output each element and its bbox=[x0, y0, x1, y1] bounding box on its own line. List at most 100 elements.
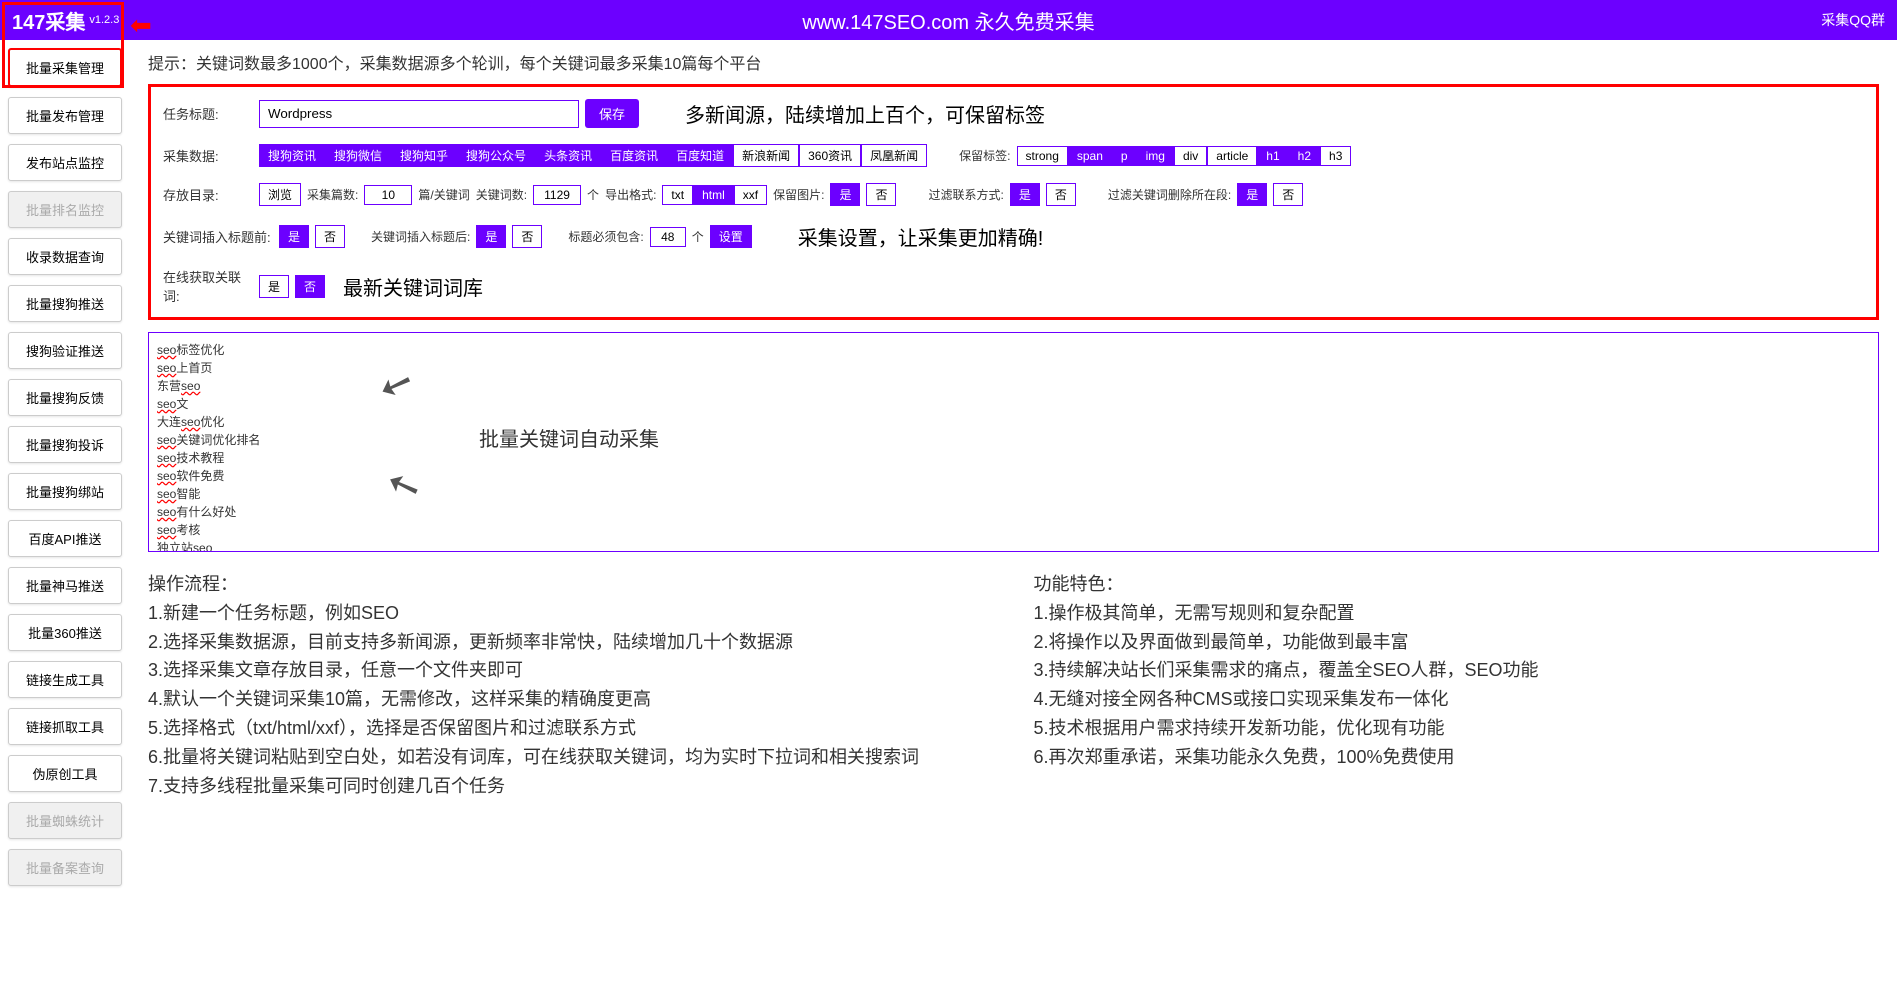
keep-tag-label: 保留标签: bbox=[959, 147, 1010, 164]
instruction-line: 6.再次郑重承诺，采集功能永久免费，100%免费使用 bbox=[1034, 743, 1880, 772]
ops-title: 操作流程： bbox=[148, 570, 994, 599]
instruction-line: 5.技术根据用户需求持续开发新功能，优化现有功能 bbox=[1034, 714, 1880, 743]
sidebar-item[interactable]: 发布站点监控 bbox=[8, 144, 122, 181]
before-yes[interactable]: 是 bbox=[279, 225, 309, 248]
online-kw-label: 在线获取关联词: bbox=[163, 267, 253, 305]
fmt-label: 导出格式: bbox=[605, 186, 656, 203]
instruction-line: 1.新建一个任务标题，例如SEO bbox=[148, 599, 994, 628]
instruction-line: 1.操作极其简单，无需写规则和复杂配置 bbox=[1034, 599, 1880, 628]
tag-option[interactable]: span bbox=[1068, 146, 1112, 166]
after-no[interactable]: 否 bbox=[512, 225, 542, 248]
must-label: 标题必须包含: bbox=[568, 228, 643, 245]
tag-option[interactable]: img bbox=[1137, 146, 1174, 166]
filter-contact-no[interactable]: 否 bbox=[1046, 183, 1076, 206]
sidebar-item[interactable]: 批量搜狗推送 bbox=[8, 285, 122, 322]
sidebar-item[interactable]: 批量采集管理 bbox=[8, 48, 122, 87]
after-title-label: 关键词插入标题后: bbox=[371, 228, 470, 245]
keyword-line: seo考核 bbox=[157, 521, 1870, 539]
instruction-line: 3.选择采集文章存放目录，任意一个文件夹即可 bbox=[148, 656, 994, 685]
browse-button[interactable]: 浏览 bbox=[259, 183, 301, 206]
online-yes[interactable]: 是 bbox=[259, 275, 289, 298]
count-label: 采集篇数: bbox=[307, 186, 358, 203]
sidebar-item[interactable]: 批量发布管理 bbox=[8, 97, 122, 134]
source-option[interactable]: 搜狗微信 bbox=[325, 144, 391, 167]
sidebar-item[interactable]: 伪原创工具 bbox=[8, 755, 122, 792]
annotation-settings: 采集设置，让采集更加精确! bbox=[798, 222, 1044, 251]
main-content: 提示：关键词数最多1000个，采集数据源多个轮训，每个关键词最多采集10篇每个平… bbox=[130, 40, 1897, 904]
keyword-line: seo关键词优化排名 bbox=[157, 431, 1870, 449]
sidebar-item: 批量排名监控 bbox=[8, 191, 122, 228]
tag-option[interactable]: h3 bbox=[1320, 146, 1351, 166]
sidebar-item[interactable]: 百度API推送 bbox=[8, 520, 122, 557]
kw-unit: 个 bbox=[587, 186, 599, 203]
sidebar-item[interactable]: 批量搜狗绑站 bbox=[8, 473, 122, 510]
must-input[interactable] bbox=[650, 227, 686, 247]
filter-contact-yes[interactable]: 是 bbox=[1010, 183, 1040, 206]
count-input[interactable] bbox=[364, 185, 412, 205]
source-option[interactable]: 凤凰新闻 bbox=[861, 144, 927, 167]
sidebar-item[interactable]: 批量360推送 bbox=[8, 614, 122, 651]
annotation-sources: 多新闻源，陆续增加上百个，可保留标签 bbox=[685, 99, 1045, 128]
tag-option[interactable]: article bbox=[1207, 146, 1257, 166]
qq-group-link[interactable]: 采集QQ群 bbox=[1821, 10, 1885, 30]
annotation-kwlib: 最新关键词词库 bbox=[343, 272, 483, 301]
delkw-no[interactable]: 否 bbox=[1273, 183, 1303, 206]
hint-text: 提示：关键词数最多1000个，采集数据源多个轮训，每个关键词最多采集10篇每个平… bbox=[148, 50, 1879, 74]
count-unit: 篇/关键词 bbox=[418, 186, 469, 203]
format-option[interactable]: xxf bbox=[734, 185, 767, 205]
after-yes[interactable]: 是 bbox=[476, 225, 506, 248]
task-title-input[interactable] bbox=[259, 100, 579, 128]
instruction-line: 3.持续解决站长们采集需求的痛点，覆盖全SEO人群，SEO功能 bbox=[1034, 656, 1880, 685]
contact-label: 过滤联系方式: bbox=[928, 186, 1003, 203]
online-no[interactable]: 否 bbox=[295, 275, 325, 298]
save-button[interactable]: 保存 bbox=[585, 99, 639, 128]
sidebar-item[interactable]: 链接生成工具 bbox=[8, 661, 122, 698]
keyword-line: seo标签优化 bbox=[157, 341, 1870, 359]
instruction-line: 7.支持多线程批量采集可同时创建几百个任务 bbox=[148, 772, 994, 801]
instruction-line: 4.默认一个关键词采集10篇，无需修改，这样采集的精确度更高 bbox=[148, 685, 994, 714]
keyword-textarea[interactable]: seo标签优化seo上首页东营seoseo文大连seo优化seo关键词优化排名s… bbox=[148, 332, 1879, 552]
annotation-arrow-icon: ⬅ bbox=[130, 10, 152, 41]
source-option[interactable]: 新浪新闻 bbox=[733, 144, 799, 167]
sidebar-item[interactable]: 批量搜狗投诉 bbox=[8, 426, 122, 463]
keyword-line: 独立站seo bbox=[157, 539, 1870, 552]
tag-option[interactable]: p bbox=[1112, 146, 1137, 166]
feat-title: 功能特色： bbox=[1034, 570, 1880, 599]
app-header: 147采集 v1.2.3 www.147SEO.com 永久免费采集 采集QQ群 bbox=[0, 0, 1897, 40]
sidebar-item[interactable]: 链接抓取工具 bbox=[8, 708, 122, 745]
source-option[interactable]: 百度资讯 bbox=[601, 144, 667, 167]
sidebar-item[interactable]: 搜狗验证推送 bbox=[8, 332, 122, 369]
header-slogan: www.147SEO.com 永久免费采集 bbox=[802, 6, 1094, 35]
format-option[interactable]: html bbox=[693, 185, 734, 205]
source-option[interactable]: 百度知道 bbox=[667, 144, 733, 167]
delkw-yes[interactable]: 是 bbox=[1237, 183, 1267, 206]
keep-img-yes[interactable]: 是 bbox=[830, 183, 860, 206]
source-option[interactable]: 搜狗公众号 bbox=[457, 144, 535, 167]
before-title-label: 关键词插入标题前: bbox=[163, 227, 273, 246]
instruction-line: 2.将操作以及界面做到最简单，功能做到最丰富 bbox=[1034, 628, 1880, 657]
keyword-line: seo文 bbox=[157, 395, 1870, 413]
tag-option[interactable]: h2 bbox=[1289, 146, 1320, 166]
source-option[interactable]: 搜狗知乎 bbox=[391, 144, 457, 167]
instruction-line: 4.无缝对接全网各种CMS或接口实现采集发布一体化 bbox=[1034, 685, 1880, 714]
keyword-line: 大连seo优化 bbox=[157, 413, 1870, 431]
annotation-batch-kw: 批量关键词自动采集 bbox=[479, 423, 659, 452]
tag-option[interactable]: div bbox=[1174, 146, 1207, 166]
must-unit: 个 bbox=[692, 228, 704, 245]
sidebar-item[interactable]: 批量搜狗反馈 bbox=[8, 379, 122, 416]
sidebar-item: 批量蜘蛛统计 bbox=[8, 802, 122, 839]
before-no[interactable]: 否 bbox=[315, 225, 345, 248]
tag-option[interactable]: h1 bbox=[1257, 146, 1288, 166]
source-option[interactable]: 360资讯 bbox=[799, 144, 861, 167]
keep-img-no[interactable]: 否 bbox=[866, 183, 896, 206]
sidebar-item[interactable]: 批量神马推送 bbox=[8, 567, 122, 604]
source-option[interactable]: 头条资讯 bbox=[535, 144, 601, 167]
sidebar: 批量采集管理批量发布管理发布站点监控批量排名监控收录数据查询批量搜狗推送搜狗验证… bbox=[0, 40, 130, 904]
delkw-label: 过滤关键词删除所在段: bbox=[1108, 186, 1231, 203]
kw-count-input[interactable] bbox=[533, 185, 581, 205]
must-set-button[interactable]: 设置 bbox=[710, 225, 752, 248]
tag-option[interactable]: strong bbox=[1017, 146, 1068, 166]
format-option[interactable]: txt bbox=[662, 185, 693, 205]
sidebar-item[interactable]: 收录数据查询 bbox=[8, 238, 122, 275]
source-option[interactable]: 搜狗资讯 bbox=[259, 144, 325, 167]
